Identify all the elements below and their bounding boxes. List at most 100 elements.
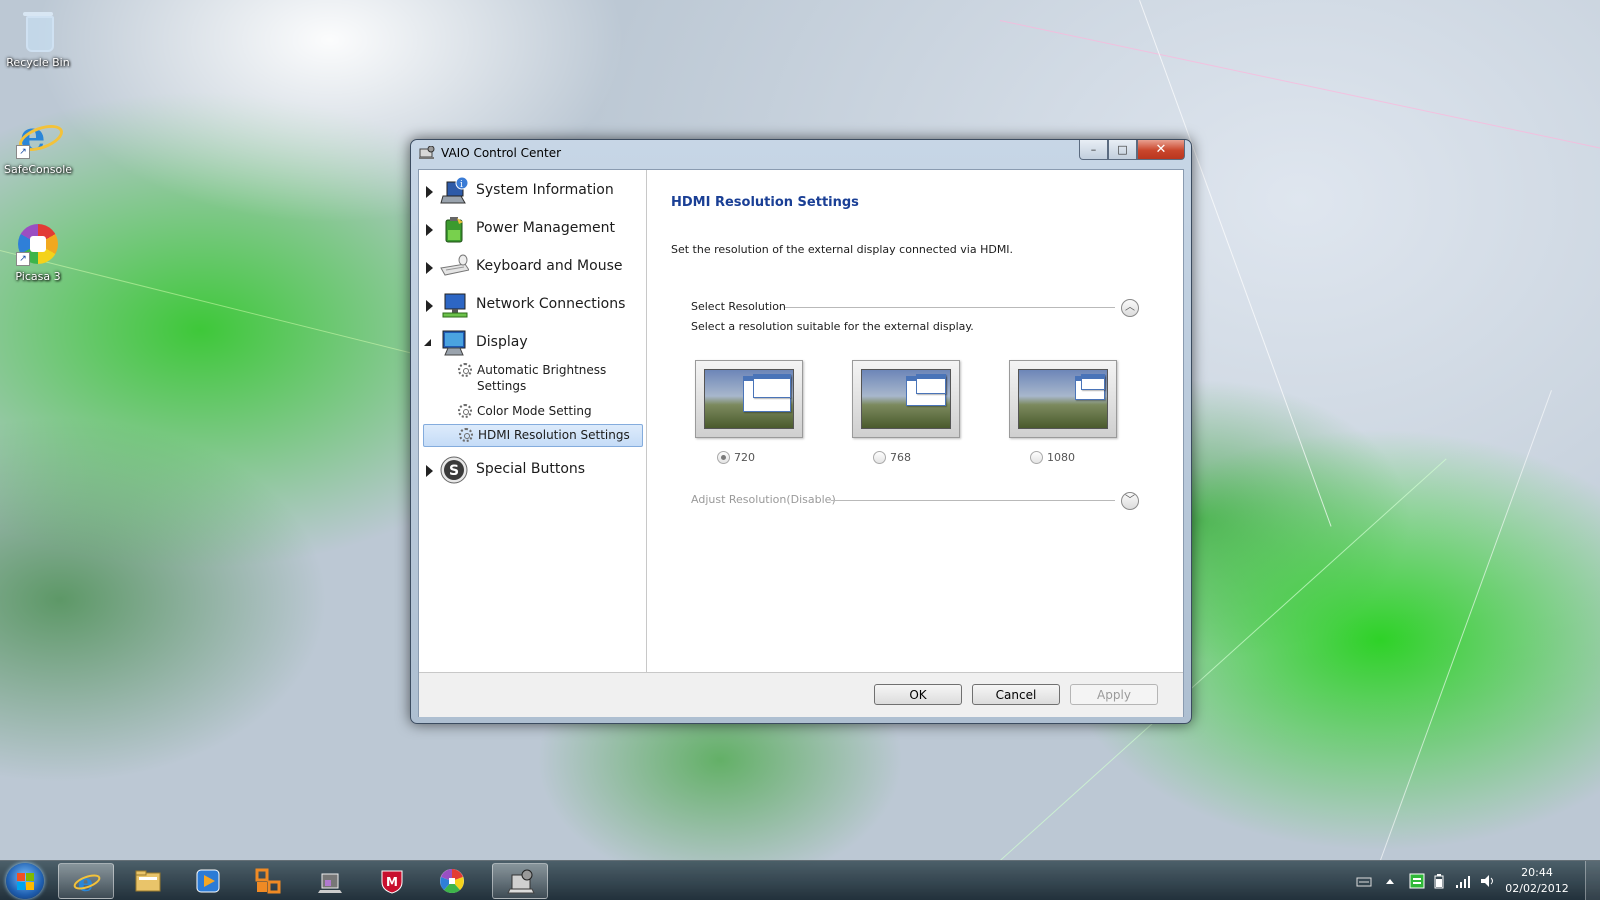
s-button-icon: S bbox=[440, 456, 468, 484]
adjust-resolution-heading: Adjust Resolution(Disable) bbox=[691, 493, 836, 506]
monitor-icon bbox=[442, 330, 466, 356]
tree-item-display[interactable]: Display bbox=[419, 326, 646, 360]
radio-720[interactable]: 720 bbox=[717, 451, 755, 464]
tree-subitem-automatic-brightness[interactable]: Automatic Brightness Settings bbox=[423, 362, 641, 396]
collapse-arrow-icon[interactable] bbox=[423, 339, 433, 347]
tree-subitem-label: HDMI Resolution Settings bbox=[478, 428, 630, 442]
close-button[interactable]: ✕ bbox=[1137, 140, 1185, 160]
section-divider bbox=[831, 500, 1115, 501]
svg-text:S: S bbox=[449, 463, 459, 479]
tree-item-label: Network Connections bbox=[476, 296, 626, 312]
gear-icon bbox=[458, 363, 472, 377]
radio-768[interactable]: 768 bbox=[873, 451, 911, 464]
expand-arrow-icon[interactable] bbox=[426, 465, 433, 477]
dialog-footer: OK Cancel Apply bbox=[419, 672, 1183, 717]
vaio-control-center-window: VAIO Control Center – □ ✕ i System Infor… bbox=[410, 139, 1192, 724]
signal-bars-icon[interactable] bbox=[1455, 873, 1471, 889]
recycle-bin-icon bbox=[16, 8, 60, 52]
tree-subitem-color-mode[interactable]: Color Mode Setting bbox=[423, 403, 641, 421]
radio-button[interactable] bbox=[1030, 451, 1043, 464]
taskbar-ie[interactable]: e bbox=[58, 863, 114, 899]
volume-icon[interactable] bbox=[1480, 873, 1496, 889]
expand-section-button[interactable]: ﹀ bbox=[1121, 492, 1139, 510]
keyboard-icon bbox=[440, 254, 469, 276]
minimize-button[interactable]: – bbox=[1079, 140, 1108, 160]
taskbar-vaio-control-center[interactable] bbox=[492, 863, 548, 899]
resolution-preview-720[interactable] bbox=[695, 360, 803, 438]
tree-subitem-label: Automatic Brightness Settings bbox=[477, 363, 607, 393]
apply-button[interactable]: Apply bbox=[1070, 684, 1158, 705]
window-title: VAIO Control Center bbox=[441, 146, 562, 160]
tree-item-label: Special Buttons bbox=[476, 461, 586, 477]
panel-description: Set the resolution of the external displ… bbox=[671, 243, 1014, 256]
start-button[interactable] bbox=[6, 863, 44, 899]
taskbar-vaio-tool[interactable] bbox=[302, 863, 358, 899]
chevron-up-icon[interactable] bbox=[1384, 873, 1396, 889]
section-divider bbox=[785, 307, 1115, 308]
desktop-icon-recycle-bin[interactable]: Recycle Bin bbox=[0, 8, 78, 69]
panel-title: HDMI Resolution Settings bbox=[671, 195, 859, 210]
tree-item-label: Power Management bbox=[476, 220, 616, 236]
tree-item-keyboard-and-mouse[interactable]: Keyboard and Mouse bbox=[419, 250, 646, 284]
power-plan-tray-icon[interactable] bbox=[1409, 873, 1425, 889]
taskbar-mcafee[interactable]: M bbox=[364, 863, 420, 899]
resolution-preview-1080[interactable] bbox=[1009, 360, 1117, 438]
vaio-app-icon bbox=[419, 146, 435, 159]
taskbar-explorer[interactable] bbox=[120, 863, 176, 899]
desktop: Recycle Bin e ↗ SafeConsole ↗ Picasa 3 VA… bbox=[0, 0, 1600, 900]
tree-item-special-buttons[interactable]: S Special Buttons bbox=[419, 453, 646, 487]
select-resolution-heading: Select Resolution bbox=[691, 300, 786, 313]
vaio-control-center-icon bbox=[507, 869, 535, 894]
ok-button[interactable]: OK bbox=[874, 684, 962, 705]
taskbar-media-player[interactable] bbox=[180, 863, 236, 899]
system-clock[interactable]: 20:44 02/02/2012 bbox=[1502, 865, 1572, 897]
show-desktop-button[interactable] bbox=[1585, 861, 1600, 900]
gear-icon bbox=[459, 428, 473, 442]
desktop-icon-picasa[interactable]: ↗ Picasa 3 bbox=[0, 222, 78, 283]
battery-icon bbox=[445, 217, 463, 243]
tree-item-label: System Information bbox=[476, 182, 614, 198]
tree-item-system-information[interactable]: i System Information bbox=[419, 174, 646, 208]
desktop-icon-safeconsole[interactable]: e ↗ SafeConsole bbox=[0, 115, 78, 177]
radio-1080[interactable]: 1080 bbox=[1030, 451, 1075, 464]
network-icon bbox=[442, 293, 468, 318]
tree-item-power-management[interactable]: Power Management bbox=[419, 212, 646, 246]
svg-text:i: i bbox=[460, 180, 463, 190]
desktop-icon-label: Picasa 3 bbox=[15, 270, 61, 283]
keyboard-tray-icon[interactable] bbox=[1356, 873, 1372, 889]
title-bar[interactable]: VAIO Control Center – □ ✕ bbox=[411, 140, 1191, 168]
expand-arrow-icon[interactable] bbox=[426, 300, 433, 312]
window-client-area: i System Information Power Management Ke… bbox=[418, 169, 1184, 717]
maximize-button[interactable]: □ bbox=[1108, 140, 1137, 160]
office-icon bbox=[255, 868, 281, 894]
picasa-icon: ↗ bbox=[16, 222, 60, 266]
cancel-button[interactable]: Cancel bbox=[972, 684, 1060, 705]
radio-button[interactable] bbox=[873, 451, 886, 464]
wallpaper-ray bbox=[1380, 390, 1552, 861]
expand-arrow-icon[interactable] bbox=[426, 224, 433, 236]
desktop-icon-label: SafeConsole bbox=[3, 163, 73, 176]
expand-arrow-icon[interactable] bbox=[426, 186, 433, 198]
mcafee-icon: M bbox=[381, 870, 403, 894]
internet-explorer-icon: e bbox=[73, 869, 101, 895]
tree-subitem-hdmi-resolution[interactable]: HDMI Resolution Settings bbox=[423, 424, 643, 447]
expand-arrow-icon[interactable] bbox=[426, 262, 433, 274]
battery-tray-icon[interactable] bbox=[1433, 873, 1445, 889]
taskbar: e M 20:44 02/02/2012 bbox=[0, 860, 1600, 900]
radio-button-selected[interactable] bbox=[717, 451, 730, 464]
resolution-preview-768[interactable] bbox=[852, 360, 960, 438]
svg-text:M: M bbox=[386, 875, 398, 889]
taskbar-picasa[interactable] bbox=[424, 863, 480, 899]
internet-explorer-icon: e ↗ bbox=[15, 115, 67, 159]
tree-subitem-label: Color Mode Setting bbox=[477, 404, 592, 418]
laptop-info-icon: i bbox=[440, 176, 469, 204]
collapse-section-button[interactable]: ︿ bbox=[1121, 299, 1139, 317]
desktop-icon-label: Recycle Bin bbox=[6, 56, 70, 69]
clock-date: 02/02/2012 bbox=[1505, 882, 1569, 895]
vaio-tool-icon bbox=[318, 873, 342, 893]
tree-item-label: Keyboard and Mouse bbox=[476, 258, 623, 274]
taskbar-office[interactable] bbox=[240, 863, 296, 899]
windows-logo-icon bbox=[17, 873, 34, 890]
radio-label: 768 bbox=[890, 451, 911, 464]
tree-item-network-connections[interactable]: Network Connections bbox=[419, 288, 646, 322]
